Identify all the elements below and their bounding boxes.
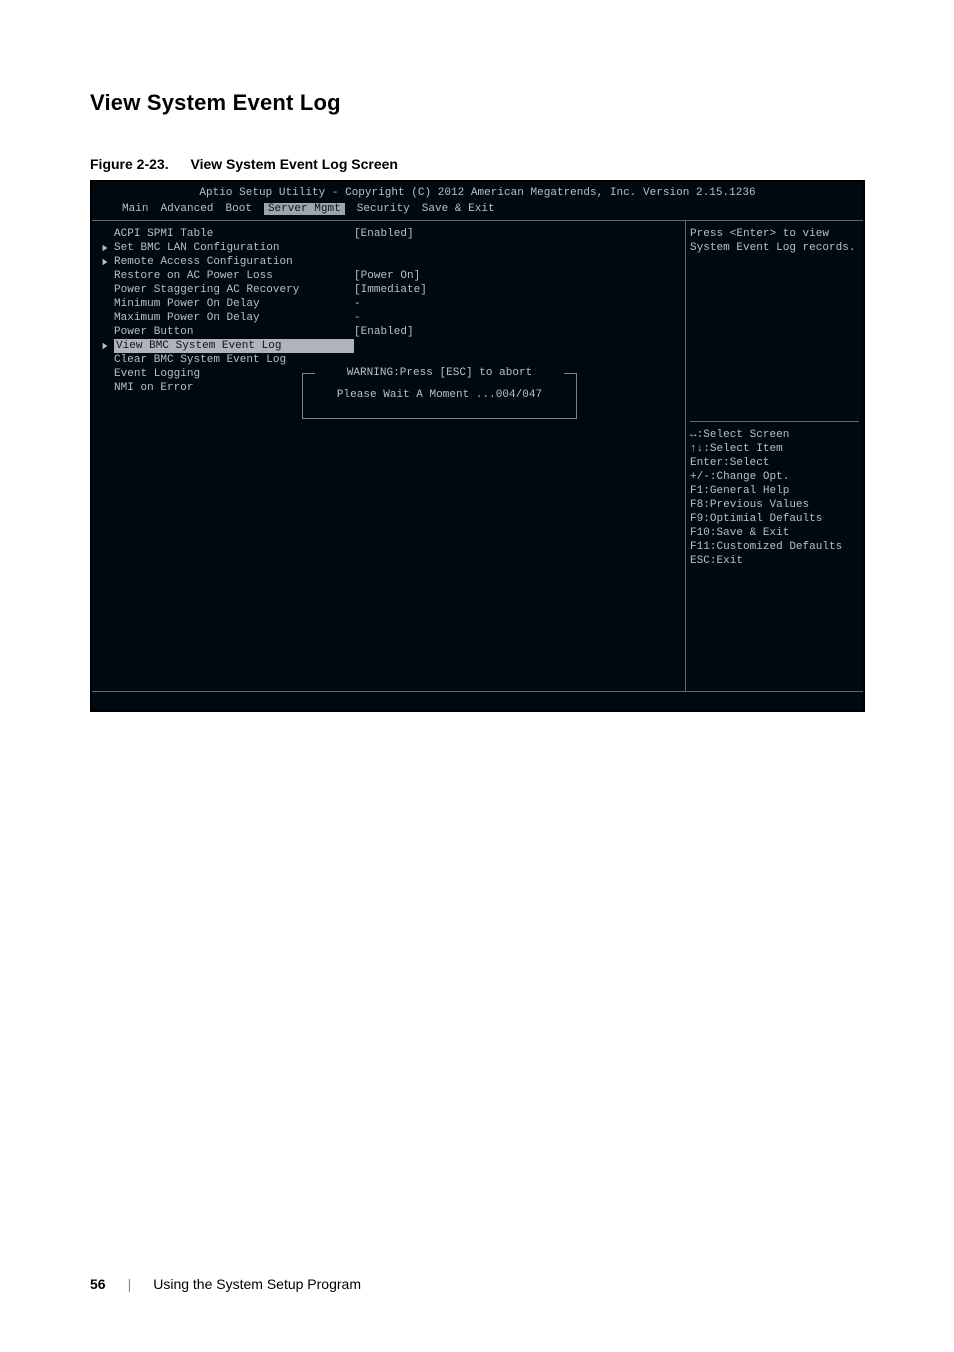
option-label: Minimum Power On Delay	[114, 297, 354, 311]
bios-modal-popup: WARNING:Press [ESC] to abort Please Wait…	[302, 373, 577, 419]
caret-placeholder	[98, 381, 112, 395]
popup-body: Please Wait A Moment ...004/047	[309, 388, 570, 402]
bios-title-bar: Aptio Setup Utility - Copyright (C) 2012…	[100, 186, 855, 200]
option-row[interactable]: Set BMC LAN Configuration	[98, 241, 679, 255]
option-value: [Enabled]	[354, 227, 414, 241]
key-binding: ↔:Select Screen	[690, 428, 859, 442]
option-row[interactable]: Minimum Power On Delay-	[98, 297, 679, 311]
option-label: Maximum Power On Delay	[114, 311, 354, 325]
option-label: ACPI SPMI Table	[114, 227, 354, 241]
option-value: [Enabled]	[354, 325, 414, 339]
option-label: Restore on AC Power Loss	[114, 269, 354, 283]
caret-placeholder	[98, 283, 112, 297]
option-label: Set BMC LAN Configuration	[114, 241, 354, 255]
help-divider	[690, 421, 859, 422]
submenu-caret-icon	[98, 255, 112, 269]
caret-placeholder	[98, 367, 112, 381]
caret-placeholder	[98, 325, 112, 339]
submenu-caret-icon	[98, 339, 112, 353]
key-binding: F11:Customized Defaults	[690, 540, 859, 554]
key-binding: F1:General Help	[690, 484, 859, 498]
key-binding: ESC:Exit	[690, 554, 859, 568]
popup-title: WARNING:Press [ESC] to abort	[315, 366, 564, 380]
option-row[interactable]: ACPI SPMI Table[Enabled]	[98, 227, 679, 241]
page-footer: 56 | Using the System Setup Program	[90, 1276, 864, 1292]
menu-tab-save-exit[interactable]: Save & Exit	[422, 203, 495, 215]
option-value: -	[354, 311, 361, 325]
option-label: Clear BMC System Event Log	[114, 353, 354, 367]
option-label: Power Staggering AC Recovery	[114, 283, 354, 297]
bios-help-pane: Press <Enter> to view System Event Log r…	[685, 221, 863, 691]
figure-caption: Figure 2-23. View System Event Log Scree…	[90, 156, 864, 172]
caret-placeholder	[98, 297, 112, 311]
bios-context-help: Press <Enter> to view System Event Log r…	[690, 227, 859, 419]
menu-tab-server-mgmt[interactable]: Server Mgmt	[264, 203, 345, 215]
option-label: Power Button	[114, 325, 354, 339]
option-row[interactable]: Restore on AC Power Loss[Power On]	[98, 269, 679, 283]
bios-menu-bar: Main Advanced Boot Server Mgmt Security Save …	[100, 200, 855, 220]
submenu-caret-icon	[98, 241, 112, 255]
menu-tab-security[interactable]: Security	[357, 203, 410, 215]
option-label: View BMC System Event Log	[114, 339, 354, 353]
figure-number: Figure 2-23.	[90, 156, 169, 172]
option-row[interactable]: Power Staggering AC Recovery[Immediate]	[98, 283, 679, 297]
caret-placeholder	[98, 353, 112, 367]
menu-tab-main[interactable]: Main	[122, 203, 148, 215]
option-label: Remote Access Configuration	[114, 255, 354, 269]
chapter-title: Using the System Setup Program	[153, 1276, 361, 1292]
key-binding: F9:Optimial Defaults	[690, 512, 859, 526]
option-value: -	[354, 297, 361, 311]
option-row[interactable]: Clear BMC System Event Log	[98, 353, 679, 367]
key-binding: F10:Save & Exit	[690, 526, 859, 540]
key-binding: ↑↓:Select Item	[690, 442, 859, 456]
bios-options-pane: ACPI SPMI Table[Enabled]Set BMC LAN Conf…	[92, 221, 685, 691]
option-value: [Power On]	[354, 269, 420, 283]
caret-placeholder	[98, 269, 112, 283]
figure-title: View System Event Log Screen	[190, 156, 398, 172]
page-number: 56	[90, 1276, 106, 1292]
key-binding: Enter:Select	[690, 456, 859, 470]
menu-tab-boot[interactable]: Boot	[225, 203, 251, 215]
bios-screenshot: Aptio Setup Utility - Copyright (C) 2012…	[90, 180, 865, 712]
key-binding: +/-:Change Opt.	[690, 470, 859, 484]
option-row[interactable]: Maximum Power On Delay-	[98, 311, 679, 325]
option-row[interactable]: Remote Access Configuration	[98, 255, 679, 269]
footer-divider: |	[128, 1276, 132, 1292]
option-row[interactable]: Power Button[Enabled]	[98, 325, 679, 339]
option-value: [Immediate]	[354, 283, 427, 297]
bios-footer-strip	[92, 692, 863, 710]
menu-tab-advanced[interactable]: Advanced	[160, 203, 213, 215]
caret-placeholder	[98, 311, 112, 325]
bios-key-bindings: ↔:Select Screen↑↓:Select ItemEnter:Selec…	[690, 428, 859, 568]
caret-placeholder	[98, 227, 112, 241]
option-row[interactable]: View BMC System Event Log	[98, 339, 679, 353]
key-binding: F8:Previous Values	[690, 498, 859, 512]
section-heading: View System Event Log	[90, 90, 864, 116]
